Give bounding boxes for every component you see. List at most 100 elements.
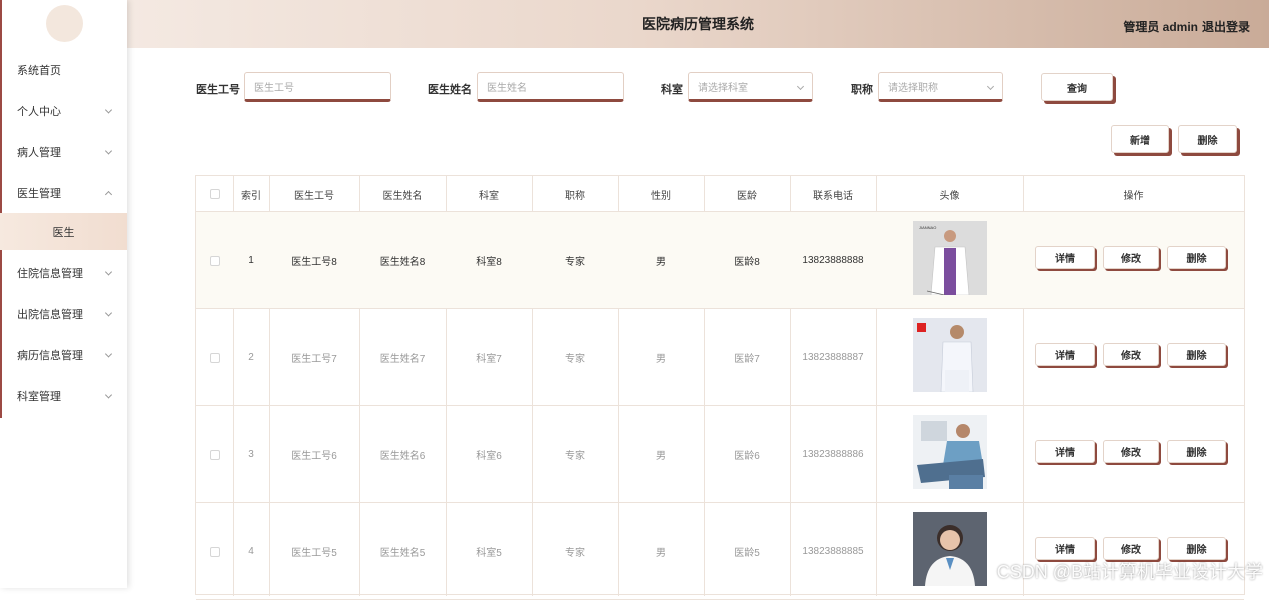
doctor-name-placeholder: 医生姓名 [487, 79, 527, 94]
select-all-cell [196, 176, 233, 212]
cell-gender: 男 [618, 212, 704, 309]
cell-title: 专家 [532, 309, 618, 406]
table-header: 索引 医生工号 医生姓名 科室 职称 性别 医龄 联系电话 头像 操作 [196, 176, 1244, 212]
add-button[interactable]: 新增 [1111, 125, 1169, 153]
cell-doctor-id: 医生工号8 [269, 212, 359, 309]
row-checkbox[interactable] [210, 450, 220, 460]
doctor-photo[interactable]: JIANNAO [913, 221, 987, 295]
row-delete-button[interactable]: 删除 [1167, 246, 1226, 269]
cell-phone: 13823888885 [790, 503, 876, 600]
cell-department: 科室8 [446, 212, 532, 309]
row-select-cell [196, 406, 233, 503]
sidebar-item-label: 科室管理 [17, 388, 61, 404]
chevron-down-icon [105, 106, 112, 113]
row-delete-button[interactable]: 删除 [1167, 343, 1226, 366]
cell-index: 1 [233, 212, 269, 309]
sidebar-item-label: 出院信息管理 [17, 306, 83, 322]
logout-link[interactable]: 退出登录 [1202, 18, 1250, 35]
cell-doctor-name: 医生姓名7 [359, 309, 446, 406]
chevron-down-icon [987, 83, 994, 90]
query-button[interactable]: 查询 [1041, 73, 1113, 101]
header: 医院病历管理系统 管理员 admin 退出登录 [127, 0, 1269, 48]
sidebar-item-doctor-management[interactable]: 医生管理 [0, 172, 127, 213]
cell-doctor-name: 医生姓名5 [359, 503, 446, 600]
department-select[interactable]: 请选择科室 [688, 72, 813, 102]
table-row[interactable]: 4 医生工号5 医生姓名5 科室5 专家 男 医龄5 13823888885 详… [196, 503, 1244, 600]
table-row[interactable]: 3 医生工号6 医生姓名6 科室6 专家 男 医龄6 13823888886 详… [196, 406, 1244, 503]
header-title: 职称 [532, 176, 618, 212]
title-select[interactable]: 请选择职称 [878, 72, 1003, 102]
chevron-down-icon [797, 83, 804, 90]
edit-button[interactable]: 修改 [1103, 537, 1159, 560]
table-row[interactable]: 1 医生工号8 医生姓名8 科室8 专家 男 医龄8 13823888888 J… [196, 212, 1244, 309]
row-select-cell [196, 212, 233, 309]
row-checkbox[interactable] [210, 353, 220, 363]
sidebar: 系统首页 个人中心 病人管理 医生管理 医生 住院信息管理 出院信息管理 病历信… [0, 0, 127, 588]
cell-title: 专家 [532, 406, 618, 503]
doctor-table: 索引 医生工号 医生姓名 科室 职称 性别 医龄 联系电话 头像 操作 1 医生… [195, 175, 1245, 595]
header-actions: 操作 [1023, 176, 1244, 212]
sidebar-item-department-management[interactable]: 科室管理 [0, 375, 127, 416]
edit-button[interactable]: 修改 [1103, 343, 1159, 366]
cell-years: 医龄8 [704, 212, 790, 309]
doctor-name-input[interactable]: 医生姓名 [477, 72, 624, 102]
sidebar-subitem-doctor[interactable]: 医生 [0, 213, 127, 250]
cell-doctor-name: 医生姓名6 [359, 406, 446, 503]
avatar[interactable] [46, 5, 83, 42]
cell-department: 科室7 [446, 309, 532, 406]
cell-doctor-id: 医生工号5 [269, 503, 359, 600]
chevron-down-icon [105, 391, 112, 398]
header-years: 医龄 [704, 176, 790, 212]
row-delete-button[interactable]: 删除 [1167, 537, 1226, 560]
cell-title: 专家 [532, 503, 618, 600]
sidebar-item-label: 住院信息管理 [17, 265, 83, 281]
cell-gender: 男 [618, 309, 704, 406]
department-placeholder: 请选择科室 [698, 79, 748, 94]
sidebar-item-patient-management[interactable]: 病人管理 [0, 131, 127, 172]
chevron-down-icon [105, 350, 112, 357]
row-checkbox[interactable] [210, 547, 220, 557]
doctor-photo[interactable] [913, 415, 987, 489]
row-select-cell [196, 503, 233, 600]
current-user: 管理员 admin [1123, 18, 1198, 35]
chevron-down-icon [105, 147, 112, 154]
header-doctor-id: 医生工号 [269, 176, 359, 212]
cell-phone: 13823888886 [790, 406, 876, 503]
detail-button[interactable]: 详情 [1035, 537, 1095, 560]
header-avatar: 头像 [876, 176, 1023, 212]
cell-phone: 13823888888 [790, 212, 876, 309]
doctor-id-input[interactable]: 医生工号 [244, 72, 391, 102]
chevron-up-icon [105, 190, 112, 197]
sidebar-item-medical-record-management[interactable]: 病历信息管理 [0, 334, 127, 375]
doctor-name-label: 医生姓名 [428, 81, 472, 97]
header-phone: 联系电话 [790, 176, 876, 212]
table-row[interactable]: 2 医生工号7 医生姓名7 科室7 专家 男 医龄7 13823888887 详… [196, 309, 1244, 406]
doctor-id-placeholder: 医生工号 [254, 79, 294, 94]
chevron-down-icon [105, 268, 112, 275]
sidebar-subitem-label: 医生 [53, 224, 75, 240]
doctor-photo[interactable] [913, 318, 987, 392]
cell-years: 医龄5 [704, 503, 790, 600]
doctor-id-label: 医生工号 [196, 81, 240, 97]
edit-button[interactable]: 修改 [1103, 246, 1159, 269]
cell-doctor-id: 医生工号6 [269, 406, 359, 503]
title-placeholder: 请选择职称 [888, 79, 938, 94]
sidebar-item-home[interactable]: 系统首页 [0, 49, 127, 90]
cell-years: 医龄6 [704, 406, 790, 503]
detail-button[interactable]: 详情 [1035, 343, 1095, 366]
sidebar-item-inpatient-management[interactable]: 住院信息管理 [0, 252, 127, 293]
doctor-photo[interactable] [913, 512, 987, 586]
title-label: 职称 [851, 81, 873, 97]
header-gender: 性别 [618, 176, 704, 212]
detail-button[interactable]: 详情 [1035, 440, 1095, 463]
row-delete-button[interactable]: 删除 [1167, 440, 1226, 463]
row-select-cell [196, 309, 233, 406]
edit-button[interactable]: 修改 [1103, 440, 1159, 463]
cell-phone: 13823888887 [790, 309, 876, 406]
delete-button[interactable]: 删除 [1178, 125, 1237, 153]
select-all-checkbox[interactable] [210, 189, 220, 199]
detail-button[interactable]: 详情 [1035, 246, 1095, 269]
sidebar-item-personal-center[interactable]: 个人中心 [0, 90, 127, 131]
sidebar-item-discharge-management[interactable]: 出院信息管理 [0, 293, 127, 334]
row-checkbox[interactable] [210, 256, 220, 266]
